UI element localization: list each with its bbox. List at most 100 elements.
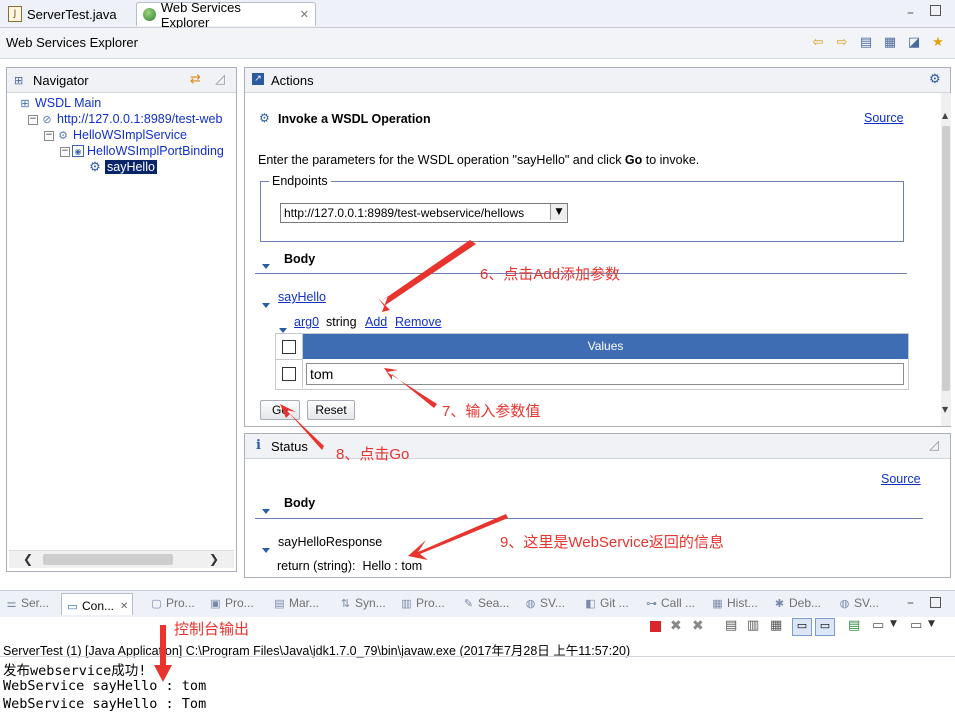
remove-all-icon[interactable]: ✖ (692, 618, 704, 634)
tree-item-service[interactable]: ⚙ HelloWSImplService (56, 127, 187, 143)
maximize-icon[interactable] (930, 5, 941, 16)
annotation-console-output: 控制台输出 (174, 621, 250, 638)
terminate-icon[interactable] (650, 621, 661, 632)
close-icon[interactable]: ✕ (120, 601, 128, 612)
tab-problems[interactable]: ▢ Pro... (150, 596, 194, 610)
scrollbar-thumb[interactable] (43, 554, 173, 565)
collapse-toggle-icon[interactable]: − (44, 131, 54, 141)
tab-web-services-explorer[interactable]: Web Services Explorer ✕ (136, 0, 316, 30)
endpoint-select[interactable]: http://127.0.0.1:8989/test-webservice/he… (280, 203, 568, 223)
arg0-link[interactable]: arg0 (294, 315, 319, 329)
tab-progress[interactable]: ▣ Pro... (209, 596, 253, 610)
actions-vertical-scrollbar[interactable]: ▲ ▼ (941, 93, 951, 426)
tree-item-wsdl-main[interactable]: ⊞ WSDL Main (18, 95, 101, 111)
actions-toolbar-icon[interactable]: ⚙ (929, 72, 941, 87)
back-arrow-icon[interactable]: ⇦ (810, 34, 826, 50)
tab-call-hierarchy[interactable]: ⊶ Call ... (645, 596, 695, 610)
actions-header: ↗ Actions ⚙ (245, 68, 950, 93)
tree-item-sayhello[interactable]: ⚙ sayHello (88, 159, 157, 175)
navigator-horizontal-scrollbar[interactable]: ❮ ❯ (9, 550, 234, 568)
tab-servers[interactable]: ⚌ Ser... (5, 596, 49, 610)
chevron-down-icon[interactable]: ▼ (550, 204, 567, 220)
markers-icon: ▤ (274, 597, 285, 610)
instruction-text: Enter the parameters for the WSDL operat… (258, 153, 700, 167)
tab-svn[interactable]: ◍ SV... (524, 596, 565, 610)
scroll-right-icon[interactable]: ❯ (209, 552, 219, 566)
tab-git[interactable]: ◧ Git ... (584, 596, 628, 610)
forward-arrow-icon[interactable]: ⇨ (834, 34, 850, 50)
show-on-error-icon[interactable]: ▭ (815, 618, 835, 636)
source-link[interactable]: Source (864, 111, 904, 125)
editor-tab-strip: J ServerTest.java Web Services Explorer … (0, 0, 955, 30)
maximize-icon[interactable] (930, 597, 941, 608)
tab-servertest-java[interactable]: J ServerTest.java (2, 2, 134, 26)
status-body-divider (255, 518, 923, 519)
tab-search[interactable]: ✎ Sea... (462, 596, 509, 610)
navigator-icon: ⊞ (14, 74, 24, 87)
minimize-icon[interactable]: – (907, 5, 914, 21)
console-line-1: 发布webservice成功! (3, 663, 147, 679)
history-icon: ▦ (712, 597, 723, 610)
collapse-toggle-icon[interactable]: − (28, 115, 38, 125)
actions-icon: ↗ (252, 73, 264, 85)
navigator-title: Navigator (33, 73, 89, 88)
minimize-icon[interactable]: – (907, 595, 914, 611)
wsdl-page-icon[interactable]: ◪ (906, 34, 922, 50)
favorites-star-icon[interactable]: ★ (930, 34, 946, 50)
status-body-label: Body (284, 496, 316, 510)
tree-item-wsdl-url[interactable]: ⊘ http://127.0.0.1:8989/test-web (40, 111, 222, 127)
tab-markers[interactable]: ▤ Mar... (273, 596, 319, 610)
pin-console-icon[interactable]: ▤ (848, 618, 860, 633)
tab-history[interactable]: ▦ Hist... (711, 596, 757, 610)
actions-panel: ↗ Actions ⚙ ▲ ▼ ⚙ Invoke a WSDL Operatio… (244, 67, 951, 427)
operation-link-sayhello[interactable]: sayHello (278, 290, 326, 304)
scroll-lock-icon[interactable]: ▥ (747, 618, 759, 633)
add-link[interactable]: Add (365, 315, 387, 329)
scroll-left-icon[interactable]: ❮ (23, 552, 33, 566)
tab-debug[interactable]: ✱ Deb... (773, 596, 821, 610)
clear-console-icon[interactable]: ▤ (725, 618, 737, 633)
wse-title: Web Services Explorer (6, 35, 138, 50)
body-collapse-icon[interactable] (262, 258, 270, 272)
tree-item-binding[interactable]: ◉ HelloWSImplPortBinding (72, 143, 224, 159)
console-line-2: WebService sayHello : tom (3, 678, 207, 694)
scroll-down-icon[interactable]: ▼ (942, 405, 948, 414)
operation-collapse-icon[interactable] (262, 297, 270, 311)
scroll-up-icon[interactable]: ▲ (942, 111, 948, 120)
value-input[interactable]: tom (306, 363, 904, 385)
tab-svn-2[interactable]: ◍ SV... (838, 596, 879, 610)
uddi-page-icon[interactable]: ▤ (858, 34, 874, 50)
collapse-toggle-icon[interactable]: − (60, 147, 70, 157)
tab-console[interactable]: ▭ Con... ✕ (61, 593, 134, 615)
remove-link[interactable]: Remove (395, 315, 442, 329)
clear-eraser-icon[interactable]: ◿ (929, 438, 939, 453)
tab-synchronize[interactable]: ⇅ Syn... (339, 596, 386, 610)
chevron-down-icon[interactable]: ▼ (928, 619, 935, 629)
tab-properties[interactable]: ▥ Pro... (400, 596, 444, 610)
status-source-link[interactable]: Source (881, 472, 921, 486)
refresh-icon[interactable]: ⇄ (190, 72, 201, 87)
go-button[interactable]: Go (260, 400, 300, 420)
open-console-icon[interactable]: ▭ (910, 618, 922, 633)
chevron-down-icon[interactable]: ▼ (890, 619, 897, 629)
call-hierarchy-icon: ⊶ (646, 597, 657, 610)
display-console-icon[interactable]: ▭ (872, 618, 884, 633)
remove-launch-icon[interactable]: ✖ (670, 618, 682, 634)
show-on-output-icon[interactable]: ▭ (792, 618, 812, 636)
operation-gear-icon: ⚙ (89, 159, 101, 174)
synchronize-icon: ⇅ (340, 597, 351, 610)
response-collapse-icon[interactable] (262, 542, 270, 556)
word-wrap-icon[interactable]: ▦ (770, 618, 782, 633)
console-toolbar: ✖ ✖ ▤ ▥ ▦ ▭ ▭ ▤ ▭ ▼ ▭ ▼ (0, 617, 955, 639)
reset-button[interactable]: Reset (307, 400, 355, 420)
wsil-page-icon[interactable]: ▦ (882, 34, 898, 50)
row-checkbox[interactable] (282, 367, 296, 381)
status-body-collapse-icon[interactable] (262, 503, 270, 517)
scrollbar-thumb[interactable] (942, 126, 950, 391)
select-all-checkbox[interactable] (282, 340, 296, 354)
select-all-cell (276, 334, 303, 360)
clear-eraser-icon[interactable]: ◿ (215, 72, 225, 87)
console-line-3: WebService sayHello : Tom (3, 696, 207, 712)
close-icon[interactable]: ✕ (300, 8, 309, 21)
console-tab-strip: ⚌ Ser... ▭ Con... ✕ ▢ Pro... ▣ Pro... ▤ Mar...… (0, 590, 955, 618)
